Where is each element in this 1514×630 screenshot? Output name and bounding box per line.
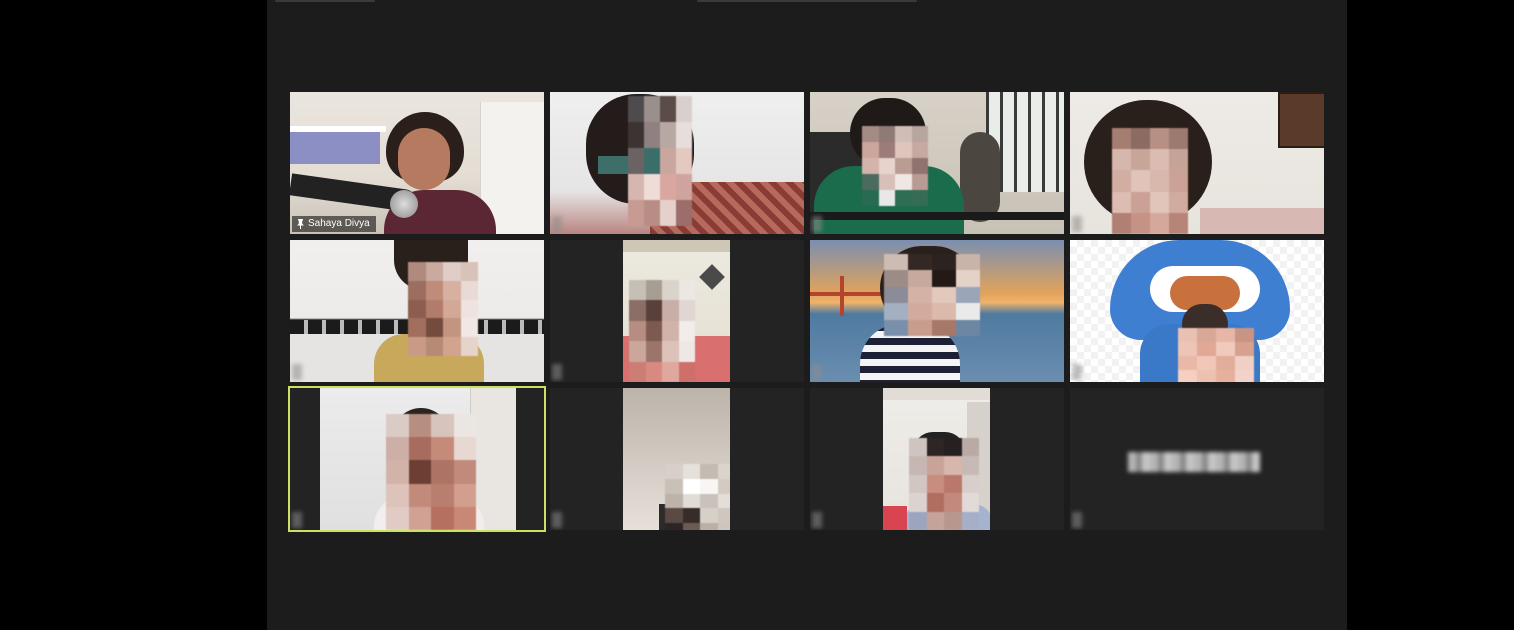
participant-tile[interactable]	[550, 388, 804, 530]
participant-tile[interactable]	[810, 92, 1064, 234]
participant-tile[interactable]	[1070, 240, 1324, 382]
participant-video	[320, 388, 516, 530]
participant-name-tag	[552, 216, 562, 232]
participant-tile[interactable]	[1070, 92, 1324, 234]
window-top-edge	[275, 0, 375, 2]
participant-video	[810, 240, 1064, 382]
participant-name-tag	[1072, 512, 1082, 528]
participant-tile[interactable]	[290, 240, 544, 382]
participant-video	[623, 240, 730, 382]
window-drag-handle[interactable]	[697, 0, 917, 2]
participant-name-placeholder	[1128, 452, 1260, 472]
participant-tile[interactable]	[810, 240, 1064, 382]
participant-tile[interactable]	[810, 388, 1064, 530]
participant-name-tag	[552, 364, 562, 380]
participant-tile[interactable]: Sahaya Divya	[290, 92, 544, 234]
participant-tile[interactable]	[550, 240, 804, 382]
participant-tile[interactable]	[550, 92, 804, 234]
meeting-window: Sahaya Divya	[267, 0, 1347, 630]
participant-video	[290, 92, 544, 234]
participant-name-tag	[1072, 364, 1082, 380]
participant-video	[623, 388, 730, 530]
participant-name: Sahaya Divya	[308, 218, 370, 229]
participant-video	[1070, 240, 1324, 382]
participant-name-tag	[1072, 216, 1082, 232]
participant-name-tag	[292, 512, 302, 528]
participant-video	[550, 92, 804, 234]
participant-name-tag: Sahaya Divya	[292, 216, 376, 232]
participant-name-tag	[812, 512, 822, 528]
participant-name-tag	[812, 364, 822, 380]
participant-video	[883, 388, 990, 530]
participant-tile-active-speaker[interactable]	[288, 386, 546, 532]
participant-tile-video-off[interactable]	[1070, 388, 1324, 530]
participant-video	[810, 92, 1064, 234]
participant-video	[1070, 92, 1324, 234]
participant-video	[290, 240, 544, 382]
participant-name-tag	[292, 364, 302, 380]
pin-icon	[296, 219, 305, 229]
participant-name-tag	[812, 216, 822, 232]
participant-name-tag	[552, 512, 562, 528]
